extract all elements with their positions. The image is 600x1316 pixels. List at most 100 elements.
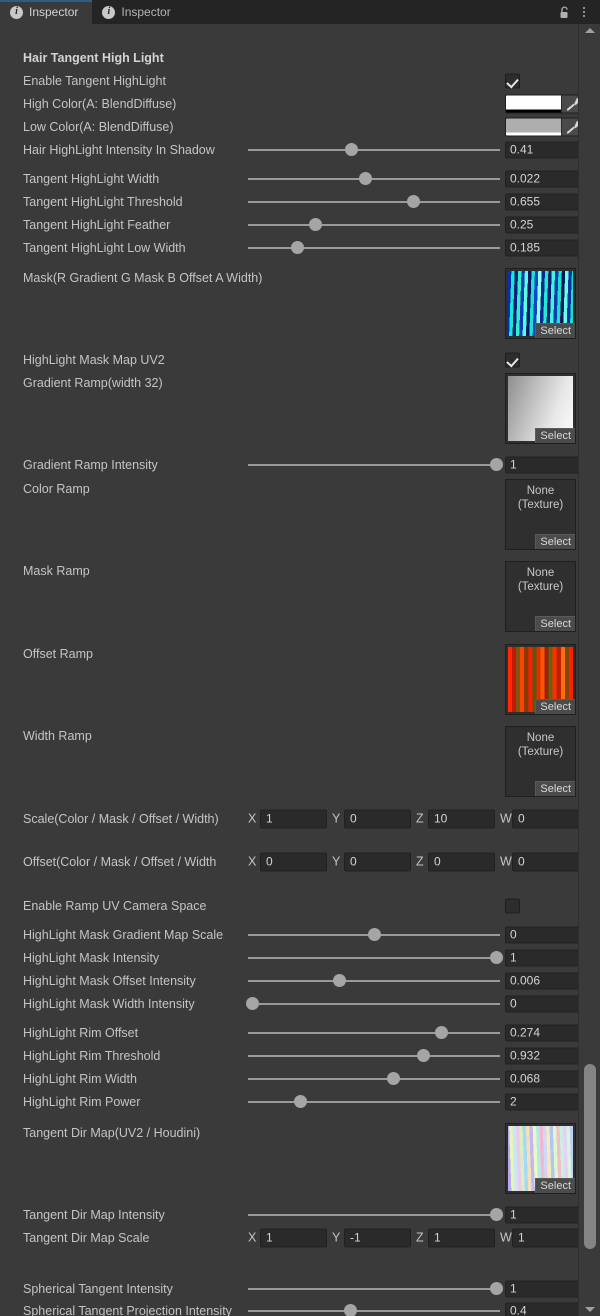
vertical-scrollbar[interactable]: [578, 24, 600, 1316]
slider-track[interactable]: [248, 200, 500, 203]
select-button[interactable]: Select: [535, 323, 575, 338]
slider-gradient-ramp-intensity[interactable]: [248, 457, 504, 472]
slider-highlight-mask-offset-intensity[interactable]: [248, 973, 500, 988]
value-input-highlight-mask-intensity[interactable]: 1: [505, 949, 583, 966]
vector-input-y[interactable]: -1: [344, 1228, 411, 1247]
slider-highlight-mask-intensity[interactable]: [248, 950, 504, 965]
slider-track[interactable]: [248, 177, 500, 180]
texture-field-mask-map[interactable]: Select: [505, 268, 576, 339]
slider-knob[interactable]: [407, 194, 421, 208]
slider-track[interactable]: [248, 1100, 500, 1103]
value-input-tangent-dir-map-intensity[interactable]: 1: [505, 1206, 583, 1223]
slider-tangent-highlight-threshold[interactable]: [248, 194, 500, 209]
slider-track[interactable]: [248, 1077, 500, 1080]
texture-field-gradient-ramp[interactable]: Select: [505, 373, 576, 444]
slider-highlight-mask-gradient-map-scale[interactable]: [248, 927, 500, 942]
slider-knob[interactable]: [293, 1094, 307, 1108]
texture-field-mask-ramp[interactable]: None (Texture) Select: [505, 561, 576, 632]
slider-track[interactable]: [248, 246, 500, 249]
slider-track[interactable]: [248, 1054, 500, 1057]
value-input-highlight-rim-width[interactable]: 0.068: [505, 1070, 583, 1087]
slider-hair-highlight-intensity-in-shadow[interactable]: [248, 142, 500, 157]
slider-track[interactable]: [248, 148, 500, 151]
select-button[interactable]: Select: [535, 781, 575, 796]
slider-knob[interactable]: [490, 457, 504, 471]
value-input-hair-highlight-intensity-in-shadow[interactable]: 0.41: [505, 141, 583, 158]
lock-icon[interactable]: [555, 1, 573, 23]
slider-tangent-dir-map-intensity[interactable]: [248, 1207, 504, 1222]
tab-inspector-secondary[interactable]: i Inspector: [92, 0, 184, 24]
value-input-highlight-rim-threshold[interactable]: 0.932: [505, 1047, 583, 1064]
vector-input-y[interactable]: 0: [344, 809, 411, 828]
slider-spherical-tangent-projection-intensity[interactable]: [248, 1303, 500, 1316]
kebab-menu-icon[interactable]: [575, 1, 593, 23]
slider-highlight-rim-power[interactable]: [248, 1094, 500, 1109]
texture-field-width-ramp[interactable]: None (Texture) Select: [505, 726, 576, 797]
triangle-up-icon[interactable]: [584, 28, 595, 33]
texture-field-color-ramp[interactable]: None (Texture) Select: [505, 479, 576, 550]
slider-knob[interactable]: [434, 1025, 448, 1039]
texture-field-tangent-dir-map[interactable]: Select: [505, 1123, 576, 1194]
slider-tangent-highlight-width[interactable]: [248, 171, 500, 186]
value-input-gradient-ramp-intensity[interactable]: 1: [505, 456, 583, 473]
slider-knob[interactable]: [332, 973, 346, 987]
slider-knob[interactable]: [386, 1071, 400, 1085]
slider-track[interactable]: [248, 463, 500, 466]
slider-track[interactable]: [248, 1002, 500, 1005]
slider-track[interactable]: [248, 1031, 500, 1034]
slider-knob[interactable]: [308, 217, 322, 231]
vector-input-w[interactable]: 0: [512, 852, 579, 871]
slider-highlight-rim-width[interactable]: [248, 1071, 500, 1086]
slider-tangent-highlight-low-width[interactable]: [248, 240, 500, 255]
vector-input-z[interactable]: 10: [428, 809, 495, 828]
slider-knob[interactable]: [345, 142, 359, 156]
vector-input-w[interactable]: 0: [512, 809, 579, 828]
checkbox-highlight-mask-map-uv2[interactable]: [505, 352, 520, 367]
value-input-tangent-highlight-feather[interactable]: 0.25: [505, 216, 583, 233]
slider-track[interactable]: [248, 1213, 500, 1216]
slider-track[interactable]: [248, 979, 500, 982]
value-input-highlight-mask-width-intensity[interactable]: 0: [505, 995, 583, 1012]
slider-knob[interactable]: [291, 240, 305, 254]
value-input-tangent-highlight-threshold[interactable]: 0.655: [505, 193, 583, 210]
scrollbar-thumb[interactable]: [584, 1064, 596, 1249]
vector-input-y[interactable]: 0: [344, 852, 411, 871]
value-input-highlight-rim-offset[interactable]: 0.274: [505, 1024, 583, 1041]
slider-highlight-rim-threshold[interactable]: [248, 1048, 500, 1063]
slider-knob[interactable]: [359, 171, 373, 185]
slider-highlight-rim-offset[interactable]: [248, 1025, 500, 1040]
vector-input-w[interactable]: 1: [512, 1228, 579, 1247]
color-field-high-color[interactable]: [505, 94, 583, 113]
slider-spherical-tangent-intensity[interactable]: [248, 1281, 504, 1296]
slider-knob[interactable]: [417, 1048, 431, 1062]
slider-track[interactable]: [248, 223, 500, 226]
slider-track[interactable]: [248, 1309, 500, 1312]
slider-knob[interactable]: [344, 1303, 358, 1316]
select-button[interactable]: Select: [535, 534, 575, 549]
value-input-spherical-tangent-intensity[interactable]: 1: [505, 1280, 583, 1297]
tab-inspector-active[interactable]: i Inspector: [0, 0, 93, 24]
vector-input-z[interactable]: 1: [428, 1228, 495, 1247]
select-button[interactable]: Select: [535, 699, 575, 714]
value-input-tangent-highlight-width[interactable]: 0.022: [505, 170, 583, 187]
vector-input-x[interactable]: 1: [260, 809, 327, 828]
vector-input-z[interactable]: 0: [428, 852, 495, 871]
slider-knob[interactable]: [245, 996, 259, 1010]
vector-input-x[interactable]: 1: [260, 1228, 327, 1247]
slider-knob[interactable]: [368, 927, 381, 941]
triangle-down-icon[interactable]: [584, 1307, 595, 1312]
color-swatch[interactable]: [506, 118, 561, 135]
slider-highlight-mask-width-intensity[interactable]: [245, 996, 500, 1011]
checkbox-enable-tangent-highlight[interactable]: [505, 73, 520, 88]
color-field-low-color[interactable]: [505, 117, 583, 136]
vector-input-x[interactable]: 0: [260, 852, 327, 871]
select-button[interactable]: Select: [535, 616, 575, 631]
value-input-tangent-highlight-low-width[interactable]: 0.185: [505, 239, 583, 256]
checkbox-enable-ramp-uv-camera-space[interactable]: [505, 898, 520, 913]
color-swatch[interactable]: [506, 95, 561, 112]
slider-knob[interactable]: [490, 950, 504, 964]
select-button[interactable]: Select: [535, 428, 575, 443]
slider-track[interactable]: [248, 956, 500, 959]
slider-knob[interactable]: [490, 1207, 504, 1221]
value-input-highlight-rim-power[interactable]: 2: [505, 1093, 583, 1110]
